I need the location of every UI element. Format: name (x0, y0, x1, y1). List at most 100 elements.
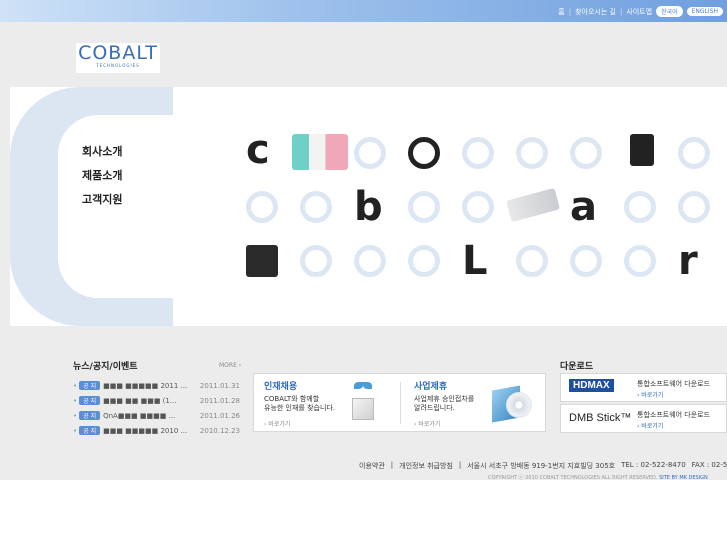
business-text-2: 알려드립니다. (414, 404, 455, 412)
business-link[interactable]: › 바로가기 (414, 419, 474, 428)
dmb-stick-logo: DMB Stick™ (569, 412, 632, 424)
circle-icon (408, 245, 440, 277)
copyright-text: COPYRIGHT ⓒ 2010 COBALT TECHNOLOGIES ALL… (488, 475, 658, 481)
credit-link[interactable]: SITE BY MK DESIGN (659, 475, 708, 481)
divider (400, 382, 401, 424)
sprout-box-icon (348, 382, 378, 424)
letter-c-graphic: c (246, 127, 270, 173)
downloads-title: 다운로드 (560, 362, 594, 372)
top-nav: 홈 | 찾아오시는 길 | 사이트맵 한국어 ENGLISH (558, 6, 723, 17)
notice-badge: 공 지 (79, 381, 101, 390)
news-list: • 공 지 ■■■ ■■■■■ 2011 ... 2011.01.31 • 공 … (73, 378, 243, 438)
circle-icon (516, 137, 548, 169)
bullet-icon: • (73, 396, 78, 405)
product-chip-image[interactable] (246, 245, 278, 277)
circle-icon (678, 191, 710, 223)
fax: FAX : 02-522-8469 (691, 461, 727, 469)
hero-graphic-grid: c b a L r (244, 127, 714, 284)
download-desc: 통합소프트웨어 다운로드 (637, 411, 711, 419)
list-item[interactable]: • 공 지 ■■■ ■■ ■■■ (1... 2011.01.28 (73, 393, 243, 408)
letter-a-graphic: a (570, 184, 597, 230)
news-more-link[interactable]: MORE › (219, 362, 241, 369)
news-item-title[interactable]: ■■■ ■■■■■ 2011 ... (103, 382, 191, 390)
recruit-text-1: COBALT와 함께할 (264, 395, 320, 403)
letter-l-graphic: L (462, 238, 488, 284)
circle-icon (300, 191, 332, 223)
circle-icon (624, 191, 656, 223)
letter-t-graphic: r (678, 238, 698, 284)
circle-icon (462, 137, 494, 169)
news-section-title: 뉴스/공지/이벤트 (73, 362, 138, 372)
circle-icon (570, 137, 602, 169)
menu-support[interactable]: 고객지원 (82, 191, 122, 215)
footer: 이용약관 | 개인정보 취급방침 | 서울시 서초구 방배동 919-1번지 지… (359, 461, 727, 471)
news-item-date: 2011.01.31 (199, 381, 240, 390)
download-desc: 통합소프트웨어 다운로드 (637, 380, 711, 388)
logo-name: COBALT (78, 42, 158, 64)
divider: | (619, 7, 623, 16)
circle-icon (678, 137, 710, 169)
letter-b-graphic: b (354, 184, 383, 230)
circle-icon (354, 245, 386, 277)
phone: TEL : 02-522-8470 (621, 461, 686, 469)
cd-disc-icon (492, 384, 532, 423)
recruit-link[interactable]: › 바로가기 (264, 419, 335, 428)
product-usb-boxes-image[interactable] (292, 134, 348, 170)
news-item-date: 2011.01.26 (199, 411, 240, 420)
circle-icon (300, 245, 332, 277)
business-text-1: 사업제휴 승인접차를 (414, 395, 475, 403)
product-player-image[interactable] (630, 134, 654, 166)
news-item-title[interactable]: ■■■ ■■■■■ 2010 ... (103, 427, 191, 435)
circle-icon (624, 245, 656, 277)
list-item[interactable]: • 공 지 QnA■■■ ■■■■ ... 2011.01.26 (73, 408, 243, 423)
download-dmb-stick[interactable]: DMB Stick™ 통합소프트웨어 다운로드 › 바로가기 (560, 404, 727, 433)
news-item-title[interactable]: QnA■■■ ■■■■ ... (103, 412, 191, 420)
recruit-title: 인재채용 (264, 382, 298, 392)
directions-link[interactable]: 찾아오시는 길 (575, 7, 616, 17)
notice-badge: 공 지 (79, 411, 101, 420)
sitemap-link[interactable]: 사이트맵 (626, 7, 652, 17)
circle-icon (408, 191, 440, 223)
recruit-text-2: 유능한 인재를 찾습니다. (264, 404, 336, 412)
letter-o-graphic (408, 137, 440, 169)
list-item[interactable]: • 공 지 ■■■ ■■■■■ 2011 ... 2011.01.31 (73, 378, 243, 393)
bullet-icon: • (73, 381, 78, 390)
address: 서울시 서초구 방배동 919-1번지 지효빌딩 305호 (467, 462, 616, 470)
menu-products[interactable]: 제품소개 (82, 167, 122, 191)
lang-english-button[interactable]: ENGLISH (686, 7, 723, 16)
recruit-business-panel: 인재채용 COBALT와 함께할 유능한 인재를 찾습니다. › 바로가기 사업… (253, 373, 546, 432)
product-dmb-stick-image[interactable] (506, 187, 560, 223)
circle-icon (354, 137, 386, 169)
hdmax-logo: HDMAX (569, 379, 614, 392)
circle-icon (246, 191, 278, 223)
lang-korean-button[interactable]: 한국어 (656, 6, 683, 17)
copyright: COPYRIGHT ⓒ 2010 COBALT TECHNOLOGIES ALL… (488, 474, 708, 481)
download-link[interactable]: › 바로가기 (637, 421, 663, 430)
circle-icon (570, 245, 602, 277)
home-link[interactable]: 홈 (558, 7, 564, 17)
privacy-link[interactable]: 개인정보 취급방침 (399, 461, 453, 471)
bullet-icon: • (73, 411, 78, 420)
business-block[interactable]: 사업제휴 사업제휴 승인접차를 알려드립니다. › 바로가기 (414, 379, 474, 428)
menu-company[interactable]: 회사소개 (82, 143, 122, 167)
notice-badge: 공 지 (79, 396, 101, 405)
news-item-date: 2010.12.23 (199, 426, 240, 435)
main-menu: 회사소개 제품소개 고객지원 (82, 143, 122, 215)
list-item[interactable]: • 공 지 ■■■ ■■■■■ 2010 ... 2010.12.23 (73, 423, 243, 438)
business-title: 사업제휴 (414, 382, 448, 392)
bullet-icon: • (73, 426, 78, 435)
news-item-date: 2011.01.28 (199, 396, 240, 405)
cobalt-logo[interactable]: COBALT TECHNOLOGIES (76, 43, 160, 73)
top-bar: 홈 | 찾아오시는 길 | 사이트맵 한국어 ENGLISH (0, 0, 727, 22)
divider: | (458, 461, 462, 469)
circle-icon (462, 191, 494, 223)
news-item-title[interactable]: ■■■ ■■ ■■■ (1... (103, 397, 191, 405)
download-link[interactable]: › 바로가기 (637, 390, 663, 399)
circle-icon (516, 245, 548, 277)
download-hdmax[interactable]: HDMAX 통합소프트웨어 다운로드 › 바로가기 (560, 373, 727, 402)
divider: | (390, 461, 394, 469)
divider: | (568, 7, 572, 16)
recruit-block[interactable]: 인재채용 COBALT와 함께할 유능한 인재를 찾습니다. › 바로가기 (264, 379, 335, 428)
notice-badge: 공 지 (79, 426, 101, 435)
terms-link[interactable]: 이용약관 (359, 461, 385, 471)
